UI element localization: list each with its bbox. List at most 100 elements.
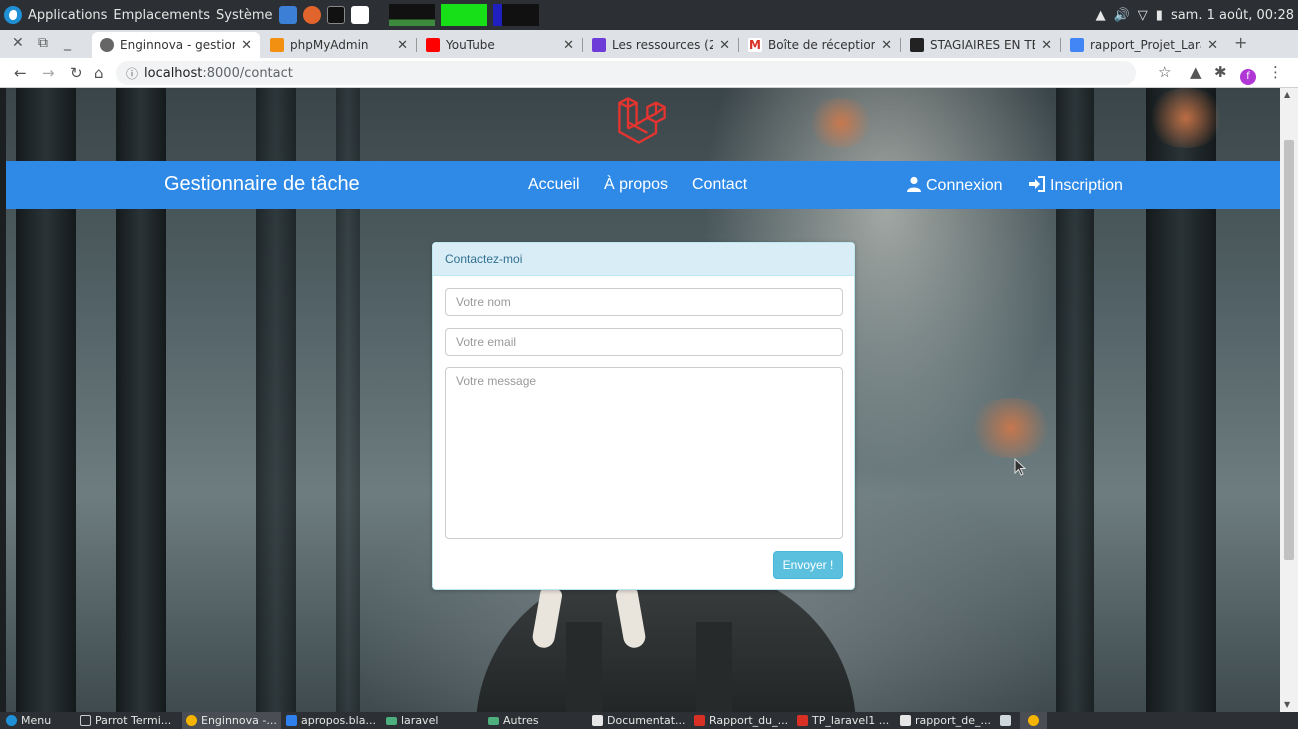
taskbar-item-rapport-pdf[interactable]: Rapport_du_...: [694, 712, 788, 729]
tab-close-icon[interactable]: ✕: [881, 38, 892, 53]
places-menu[interactable]: Emplacements: [113, 8, 210, 23]
taskbar-menu-button[interactable]: Menu: [6, 712, 51, 729]
tab-phpmyadmin[interactable]: phpMyAdmin ✕: [262, 32, 416, 58]
gmail-icon: M: [748, 38, 762, 52]
chrome-icon: [186, 715, 197, 726]
system-clock[interactable]: sam. 1 août, 00:28: [1171, 8, 1294, 23]
tab-close-icon[interactable]: ✕: [563, 38, 574, 53]
tab-close-icon[interactable]: ✕: [1041, 38, 1052, 53]
phpmyadmin-icon: [270, 38, 284, 52]
taskbar-item-rapport-doc[interactable]: rapport_de_...: [900, 712, 991, 729]
profile-avatar[interactable]: f: [1240, 65, 1256, 85]
terminal-icon[interactable]: [326, 6, 345, 24]
bookmark-star-icon[interactable]: ☆: [1158, 63, 1171, 81]
google-docs-icon: [1070, 38, 1084, 52]
pdf-icon: [797, 715, 808, 726]
tab-close-icon[interactable]: ✕: [397, 38, 408, 53]
scroll-up-arrow-icon[interactable]: ▲: [1284, 90, 1290, 99]
email-input[interactable]: [445, 328, 843, 356]
taskbar-item-app[interactable]: [1000, 712, 1011, 729]
cpu-monitor-graph: [388, 4, 435, 26]
tab-youtube[interactable]: YouTube ✕: [418, 32, 582, 58]
taskbar-item-chrome[interactable]: Enginnova -...: [182, 712, 281, 729]
menu-dots-icon[interactable]: ⋮: [1268, 63, 1283, 81]
reload-icon[interactable]: ↻: [70, 64, 83, 82]
taskbar-item-vscode[interactable]: apropos.bla...: [286, 712, 376, 729]
nav-home-link[interactable]: Accueil: [528, 176, 580, 194]
applications-menu[interactable]: Applications: [28, 8, 107, 23]
wifi-icon[interactable]: ▽: [1138, 8, 1148, 23]
laravel-logo-icon: [618, 97, 666, 144]
info-icon[interactable]: ⓘ: [126, 65, 138, 82]
send-button[interactable]: Envoyer !: [773, 551, 843, 579]
extension-icon[interactable]: ▲: [1190, 63, 1202, 81]
tab-close-icon[interactable]: ✕: [1207, 38, 1218, 53]
taskbar-item-tp-laravel-pdf[interactable]: TP_laravel1 ...: [797, 712, 889, 729]
taskbar-label: rapport_de_...: [915, 714, 992, 727]
tab-title: phpMyAdmin: [290, 38, 369, 52]
taskbar-item-documentation[interactable]: Documentat...: [592, 712, 686, 729]
page-scrollbar[interactable]: ▲ ▼: [1280, 88, 1298, 712]
window-restore-icon[interactable]: ⧉: [38, 35, 48, 51]
scrollbar-thumb[interactable]: [1284, 140, 1294, 560]
tab-separator: [738, 38, 739, 52]
folder-icon: [488, 716, 499, 725]
tab-gmail[interactable]: M Boîte de réception (9 ✕: [740, 32, 900, 58]
tab-separator: [582, 38, 583, 52]
memory-monitor-graph: [440, 4, 487, 26]
vscode-icon: [286, 715, 297, 726]
puzzle-extensions-icon[interactable]: ✱: [1214, 63, 1227, 81]
download-app-icon[interactable]: [278, 6, 297, 24]
site-brand[interactable]: Gestionnaire de tâche: [164, 173, 360, 196]
network-monitor-graph: [492, 4, 539, 26]
nav-about-link[interactable]: À propos: [604, 176, 668, 194]
system-top-panel: Applications Emplacements Système ▲ 🔊 ▽ …: [0, 0, 1298, 30]
system-menu[interactable]: Système: [216, 8, 272, 23]
nav-login-label: Connexion: [926, 177, 1003, 194]
name-input[interactable]: [445, 288, 843, 316]
taskbar-label: Rapport_du_...: [709, 714, 789, 727]
back-arrow-icon[interactable]: ←: [14, 64, 27, 82]
tab-title: Boîte de réception (9: [768, 38, 876, 52]
url-path: :8000/contact: [202, 65, 293, 81]
battery-icon[interactable]: ▮: [1156, 8, 1163, 23]
tab-ressources[interactable]: Les ressources (2/2) ✕: [584, 32, 738, 58]
taskbar-item-chrome-2[interactable]: [1020, 712, 1047, 729]
tab-enginnova[interactable]: Enginnova - gestion ✕: [92, 32, 260, 58]
contact-form-panel: Contactez-moi Envoyer !: [432, 242, 855, 590]
page-viewport: Gestionnaire de tâche Accueil À propos C…: [6, 88, 1280, 712]
taskbar-label: laravel: [401, 714, 439, 727]
taskbar-item-laravel-folder[interactable]: laravel: [386, 712, 438, 729]
elephant-leg: [566, 622, 602, 712]
scroll-down-arrow-icon[interactable]: ▼: [1284, 700, 1290, 709]
tab-rapport[interactable]: rapport_Projet_Larav ✕: [1062, 32, 1226, 58]
firefox-icon[interactable]: [302, 6, 321, 24]
window-close-icon[interactable]: ✕: [12, 35, 24, 51]
text-editor-icon[interactable]: [350, 6, 369, 24]
site-navbar: Gestionnaire de tâche Accueil À propos C…: [6, 161, 1280, 209]
nav-contact-link[interactable]: Contact: [692, 176, 747, 194]
url-bar[interactable]: ⓘ localhost:8000/contact: [116, 61, 1136, 85]
tab-close-icon[interactable]: ✕: [241, 38, 252, 53]
nav-register-link[interactable]: Inscription: [1028, 176, 1123, 195]
home-icon[interactable]: ⌂: [94, 64, 104, 82]
message-textarea[interactable]: [445, 367, 843, 539]
pdf-icon: [694, 715, 705, 726]
tab-title: YouTube: [446, 38, 495, 52]
taskbar-label: Autres: [503, 714, 539, 727]
taskbar-item-autres-folder[interactable]: Autres: [488, 712, 539, 729]
window-minimize-icon[interactable]: _: [64, 35, 71, 51]
nav-login-link[interactable]: Connexion: [906, 176, 1003, 195]
forward-arrow-icon[interactable]: →: [42, 64, 55, 82]
autumn-leaves: [1146, 88, 1226, 148]
parrot-os-logo-icon[interactable]: [4, 6, 22, 24]
new-tab-plus-icon[interactable]: +: [1234, 33, 1247, 52]
tab-close-icon[interactable]: ✕: [719, 38, 730, 53]
tab-stagiaires[interactable]: STAGIAIRES EN TECH ✕: [902, 32, 1060, 58]
volume-icon[interactable]: 🔊: [1114, 8, 1130, 23]
tab-separator: [1060, 38, 1061, 52]
autumn-leaves: [806, 98, 876, 148]
user-status-icon[interactable]: ▲: [1096, 8, 1106, 23]
taskbar-item-terminal[interactable]: Parrot Termi...: [80, 712, 171, 729]
autumn-leaves: [966, 398, 1056, 458]
